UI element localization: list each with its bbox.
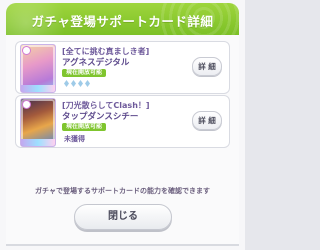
card-type-icon [22, 46, 31, 55]
rarity-strip [21, 85, 55, 92]
limit-break-gems [64, 80, 90, 87]
status-badge: 現在開放可能 [62, 69, 107, 77]
close-button[interactable]: 閉じる [74, 204, 172, 230]
card-name: タップダンスシチー [62, 112, 139, 122]
support-card-row: [全てに挑む真ましき者] アグネスデジタル 現在開放可能 詳 細 [15, 41, 230, 94]
support-card-row: [刀光散らしてClash！] タップダンスシチー 現在開放可能 未獲得 詳 細 [15, 95, 230, 148]
dialog-bottom-edge [6, 244, 239, 246]
support-card-detail-dialog: ガチャ登場サポートカード詳細 [全てに挑む真ましき者] アグネスデジタル 現在開… [0, 0, 245, 250]
info-text: ガチャで登場するサポートカードの能力を確認できます [35, 187, 210, 195]
rarity-strip [21, 139, 55, 146]
status-badge: 現在開放可能 [62, 123, 107, 131]
gem-icon [78, 80, 83, 87]
card-type-icon [22, 100, 31, 109]
dialog-header: ガチャ登場サポートカード詳細 [6, 3, 239, 35]
dialog-title: ガチャ登場サポートカード詳細 [31, 14, 214, 29]
detail-button[interactable]: 詳 細 [192, 57, 222, 76]
owned-status: 未獲得 [64, 135, 85, 143]
card-name: アグネスデジタル [62, 58, 130, 68]
gem-icon [71, 80, 76, 87]
gem-icon [64, 80, 69, 87]
support-card-thumbnail[interactable] [20, 44, 56, 93]
support-card-thumbnail[interactable] [20, 98, 56, 147]
gem-icon [85, 80, 90, 87]
detail-button[interactable]: 詳 細 [192, 111, 222, 130]
